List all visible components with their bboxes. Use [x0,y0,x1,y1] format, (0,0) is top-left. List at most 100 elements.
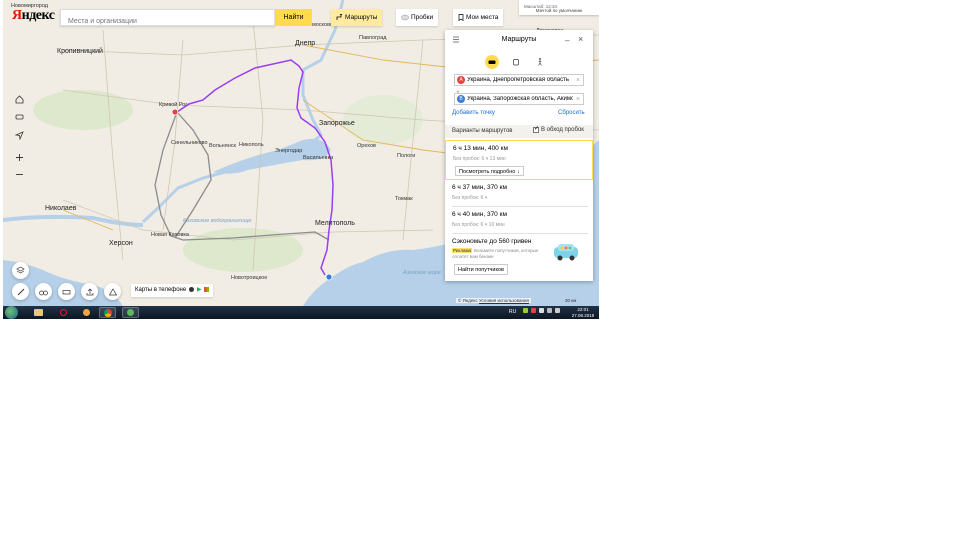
point-b-value[interactable]: Украина, Запорожская область, Акимовка [467,96,573,102]
locate-button[interactable] [12,128,26,142]
copyright-text: © Яндекс [458,298,478,303]
binoculars-icon [39,290,48,295]
add-point-link[interactable]: Добавить точку [452,110,495,116]
divider [452,206,588,207]
blablacar-icon [554,244,578,261]
clear-icon[interactable]: × [573,96,583,103]
route-option-2[interactable]: 6 ч 37 мин, 370 км Без пробок: 6 ч [445,182,593,206]
mode-walk[interactable] [533,55,547,69]
explorer-taskbar-icon[interactable] [30,307,47,318]
map-label: Павлоград [359,35,387,41]
start-button[interactable] [5,306,18,319]
layers-button[interactable] [12,262,29,279]
point-a-value[interactable]: Украина, Днепропетровская область [467,77,573,83]
bus-icon [513,58,519,65]
layers-icon [16,266,25,274]
divider [452,233,588,234]
my-places-button[interactable]: Мои места [453,9,504,26]
app2-taskbar-icon[interactable] [122,307,139,318]
clock-date: 27.08.2018 [571,313,595,318]
close-icon[interactable]: × [578,34,583,44]
opera-taskbar-icon[interactable] [55,307,72,318]
traffic-button[interactable]: Пробки [396,9,439,26]
map-label: Новая Каховка [151,232,189,238]
minus-icon [15,173,23,175]
find-fellow-travellers-button[interactable]: Найти попутчиков [454,264,508,275]
print-button[interactable] [58,283,75,300]
tray-icon[interactable] [523,308,528,313]
tray-icon[interactable] [539,308,544,313]
mode-car[interactable] [485,55,499,69]
point-a-marker[interactable] [171,108,179,116]
route-option-1[interactable]: 6 ч 13 мин, 400 км Без пробок: 6 ч 13 ми… [445,140,593,180]
volume-icon[interactable] [555,308,560,313]
maps-in-phone-link[interactable]: Карты в телефоне [131,284,214,297]
point-b-field[interactable]: B Украина, Запорожская область, Акимовка… [454,93,584,105]
maps-in-phone-label: Карты в телефоне [135,287,187,293]
map-label: Мелитополь [315,220,355,227]
route-option-3[interactable]: 6 ч 40 мин, 370 км Без пробок: 6 ч 10 ми… [445,209,593,233]
minimize-icon[interactable]: – [565,36,569,45]
map-label: Кропивницкий [57,48,103,55]
my-places-label: Мои места [466,14,499,21]
bottom-tools [12,283,121,300]
google-play-icon [196,286,202,292]
map-label: Николаев [45,205,77,212]
routes-button[interactable]: Маршруты [331,9,383,26]
tray-icon[interactable] [531,308,536,313]
water-label: Азовское море [403,270,441,276]
promo-title: Сэкономьте до 560 гривен [452,238,532,245]
route-icon [336,13,343,20]
ruler-button[interactable] [12,283,29,300]
app-taskbar-icon[interactable] [78,307,95,318]
map-label: Запорожье [319,120,355,127]
clear-icon[interactable]: × [573,77,583,84]
reset-link[interactable]: Сбросить [558,110,585,116]
chrome-taskbar-icon[interactable] [99,307,116,318]
zoom-in-button[interactable] [12,150,26,164]
ruler-icon [17,288,24,295]
avoid-traffic-checkbox[interactable]: В обход пробок [533,125,584,133]
top-dropdown[interactable]: Масштаб: 12:34 Мачтой по умолчанию [519,0,599,15]
taskbar: RU 22:01 27.08.2018 [3,306,599,319]
language-indicator[interactable]: RU [509,309,516,315]
map-label: Токмак [395,196,413,202]
car-icon [15,114,23,119]
search-input[interactable] [61,14,274,29]
pedestrian-icon [538,58,542,66]
panorama-button[interactable] [35,283,52,300]
report-error-button[interactable] [104,283,121,300]
terms-link[interactable]: Условия использования [479,298,529,303]
location-arrow-icon [14,130,24,140]
transport-modes [485,55,547,69]
windows-store-icon [204,286,210,292]
point-a-badge: A [457,76,465,84]
point-b-marker[interactable] [325,273,333,281]
ad-badge: Реклама [452,248,473,253]
zoom-out-button[interactable] [12,167,26,181]
clock[interactable]: 22:01 27.08.2018 [569,306,597,319]
map-label: Кривой Рог [159,102,188,108]
share-button[interactable] [81,283,98,300]
details-button[interactable]: Посмотреть подробно ↓ [455,166,524,176]
map-label: Херсон [109,240,133,247]
point-a-field[interactable]: A Украина, Днепропетровская область × [454,74,584,86]
browser-screen: Новомиргород Кропивницкий Днепр Новомоск… [3,0,599,319]
mode-transit[interactable] [509,55,523,69]
system-tray [523,308,560,313]
home-button[interactable] [12,92,26,106]
route-time-distance: 6 ч 40 мин, 370 км [452,211,507,218]
yandex-logo[interactable]: Яндекс [12,8,55,24]
copyright: © Яндекс Условия использования [456,298,531,303]
map-label: Новотроицкое [231,275,268,281]
printer-icon [62,289,71,294]
search-box[interactable] [60,9,275,29]
variants-label: Варианты маршрутов [452,128,513,134]
routes-panel: Маршруты – × A Украина, Днепропетровская… [445,30,593,281]
find-button[interactable]: Найти [275,9,312,26]
map-label: Орехов [357,143,376,149]
network-icon[interactable] [547,308,552,313]
traffic-jam-button[interactable] [12,109,26,123]
avoid-traffic-label: В обход пробок [541,127,584,133]
route-no-traffic: Без пробок: 6 ч [452,195,488,201]
